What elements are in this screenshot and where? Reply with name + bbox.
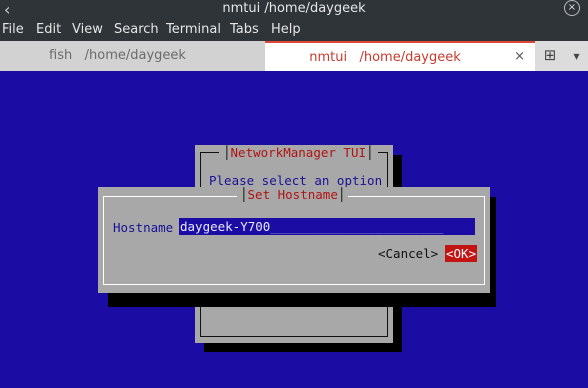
new-tab-icon[interactable]: ⊞ [535,41,565,71]
menubar: File Edit View Search Terminal Tabs Help [0,20,588,41]
menu-terminal[interactable]: Terminal [166,22,221,37]
tab-close-icon[interactable]: × [514,49,525,64]
hostname-label: Hostname [113,220,174,235]
tab-bar: fish /home/daygeek nmtui /home/daygeek ×… [0,41,588,71]
tab-label: nmtui /home/daygeek [309,50,461,65]
dialog-prompt: Please select an option [209,173,383,188]
menu-tabs[interactable]: Tabs [230,22,259,37]
hostname-input[interactable]: daygeek-Y700_______________________ [179,218,475,235]
ok-button[interactable]: <OK> [445,245,478,262]
menu-view[interactable]: View [72,22,103,37]
menu-file[interactable]: File [2,22,24,37]
menu-search[interactable]: Search [114,22,159,37]
close-icon[interactable]: × [564,0,580,16]
menu-edit[interactable]: Edit [36,22,61,37]
cancel-button[interactable]: <Cancel> [378,246,438,261]
set-hostname-dialog: Set Hostname Hostname daygeek-Y700______… [98,187,490,293]
window-titlebar: ‹ nmtui /home/daygeek × [0,0,588,20]
hostname-fill: _______________________ [270,219,444,234]
window-title: nmtui /home/daygeek [222,1,366,16]
tab-nmtui[interactable]: nmtui /home/daygeek × [265,41,535,71]
menu-help[interactable]: Help [271,22,301,37]
dialog-title: Set Hostname [237,187,349,202]
dialog-title: NetworkManager TUI [219,145,378,160]
terminal-area[interactable]: NetworkManager TUI Please select an opti… [0,71,588,388]
tab-label: fish /home/daygeek [49,48,186,63]
tab-fish[interactable]: fish /home/daygeek [0,41,265,71]
dialog-frame [103,196,485,285]
tab-menu-icon[interactable]: ▾ [565,41,588,71]
hostname-value: daygeek-Y700 [180,219,271,234]
